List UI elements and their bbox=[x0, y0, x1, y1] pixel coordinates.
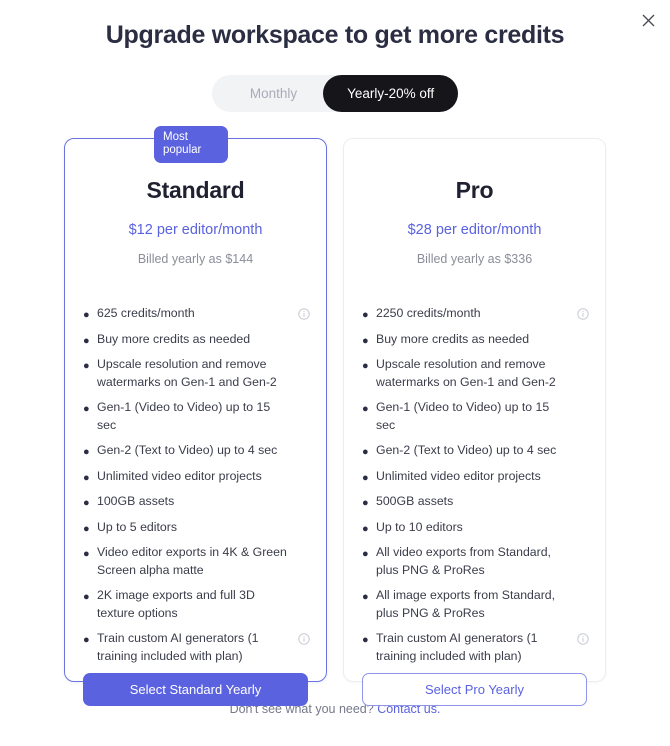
feature-label: Gen-1 (Video to Video) up to 15 sec bbox=[97, 400, 271, 432]
plan-card-standard: Most popular Standard $12 per editor/month… bbox=[64, 126, 327, 706]
feature-label: Buy more credits as needed bbox=[376, 331, 530, 346]
bullet-icon: ● bbox=[362, 471, 369, 484]
info-icon[interactable] bbox=[577, 633, 589, 645]
billing-toggle[interactable]: Monthly Yearly-20% off bbox=[211, 75, 459, 112]
list-item: ● All image exports from Standard, plus P… bbox=[362, 587, 589, 622]
list-item: ● Upscale resolution and remove watermark… bbox=[362, 356, 589, 391]
feature-label: All video exports from Standard, plus PN… bbox=[376, 545, 551, 577]
list-item: ● Gen-1 (Video to Video) up to 15 sec bbox=[83, 399, 310, 434]
feature-label: Up to 10 editors bbox=[376, 519, 463, 534]
list-item: ● 2250 credits/month bbox=[362, 305, 589, 323]
bullet-icon: ● bbox=[83, 360, 90, 372]
toggle-option-monthly[interactable]: Monthly bbox=[212, 75, 323, 112]
feature-list: ● 625 credits/month ● Buy more credits as n… bbox=[65, 305, 326, 673]
close-icon-glyph bbox=[642, 14, 654, 26]
list-item: ● Upscale resolution and remove watermark… bbox=[83, 356, 310, 391]
bullet-icon: ● bbox=[83, 309, 90, 321]
list-item: ● Up to 5 editors bbox=[83, 519, 310, 537]
feature-label: 625 credits/month bbox=[97, 306, 195, 320]
list-item: ● 500GB assets bbox=[362, 493, 589, 511]
plan-price: $28 per editor/month bbox=[407, 222, 542, 238]
feature-label: Video editor exports in 4K & Green Scree… bbox=[97, 545, 287, 577]
bullet-icon: ● bbox=[362, 360, 369, 372]
list-item: ● Unlimited video editor projects bbox=[83, 468, 310, 486]
plan-name: Standard bbox=[146, 177, 245, 203]
plan-name: Pro bbox=[455, 177, 494, 203]
feature-label: Buy more credits as needed bbox=[97, 331, 251, 346]
cta-wrapper: Select Standard Yearly bbox=[65, 673, 326, 726]
feature-label: Train custom AI generators (1 training i… bbox=[97, 631, 259, 663]
cta-wrapper: Select Pro Yearly bbox=[344, 673, 605, 726]
feature-label: Upscale resolution and remove watermarks… bbox=[97, 357, 277, 389]
list-item: ● Gen-2 (Text to Video) up to 4 sec bbox=[83, 442, 310, 460]
select-plan-button-standard[interactable]: Select Standard Yearly bbox=[83, 673, 308, 706]
upgrade-modal: Upgrade workspace to get more credits Mo… bbox=[0, 0, 670, 746]
list-item: ● All video exports from Standard, plus P… bbox=[362, 544, 589, 579]
plan-billing-note: Billed yearly as $336 bbox=[416, 252, 533, 266]
bullet-icon: ● bbox=[362, 309, 369, 321]
feature-label: Gen-1 (Video to Video) up to 15 sec bbox=[376, 400, 550, 432]
bullet-icon: ● bbox=[362, 548, 369, 560]
feature-label: 100GB assets bbox=[97, 494, 175, 508]
bullet-icon: ● bbox=[83, 522, 90, 535]
feature-label: Train custom AI generators (1 training i… bbox=[376, 631, 538, 663]
bullet-icon: ● bbox=[362, 634, 369, 646]
most-popular-badge: Most popular bbox=[154, 126, 228, 163]
list-item: ● Buy more credits as needed bbox=[83, 331, 310, 349]
list-item: ● 625 credits/month bbox=[83, 305, 310, 323]
billing-toggle-wrapper: Monthly Yearly-20% off bbox=[0, 75, 670, 112]
info-icon[interactable] bbox=[298, 633, 310, 645]
feature-label: Up to 5 editors bbox=[97, 519, 177, 534]
info-icon[interactable] bbox=[577, 308, 589, 320]
list-item: ● Gen-2 (Text to Video) up to 4 sec bbox=[362, 442, 589, 460]
bullet-icon: ● bbox=[362, 591, 369, 603]
select-plan-button-pro[interactable]: Select Pro Yearly bbox=[362, 673, 587, 706]
feature-label: All image exports from Standard, plus PN… bbox=[376, 588, 556, 620]
plan-card-pro: Pro $28 per editor/month Billed yearly as … bbox=[343, 138, 606, 706]
feature-label: Upscale resolution and remove watermarks… bbox=[376, 357, 556, 389]
close-icon[interactable] bbox=[636, 8, 660, 32]
plan-billing-note: Billed yearly as $144 bbox=[137, 252, 254, 266]
bullet-icon: ● bbox=[83, 497, 90, 509]
plan-cards: Most popular Standard $12 per editor/month… bbox=[0, 126, 670, 706]
bullet-icon: ● bbox=[83, 548, 90, 560]
bullet-icon: ● bbox=[362, 497, 369, 509]
list-item: ● Gen-1 (Video to Video) up to 15 sec bbox=[362, 399, 589, 434]
bullet-icon: ● bbox=[362, 446, 369, 458]
feature-label: 2K image exports and full 3D texture opt… bbox=[97, 588, 255, 620]
list-item: ● Video editor exports in 4K & Green Scre… bbox=[83, 544, 310, 579]
bullet-icon: ● bbox=[83, 403, 90, 415]
list-item: ● Unlimited video editor projects bbox=[362, 468, 589, 486]
plan-price: $12 per editor/month bbox=[128, 222, 263, 238]
list-item: ● 2K image exports and full 3D texture op… bbox=[83, 587, 310, 622]
page-title: Upgrade workspace to get more credits bbox=[105, 21, 565, 49]
bullet-icon: ● bbox=[362, 522, 369, 535]
info-icon[interactable] bbox=[298, 308, 310, 320]
bullet-icon: ● bbox=[83, 471, 90, 484]
toggle-option-yearly[interactable]: Yearly-20% off bbox=[323, 75, 459, 112]
bullet-icon: ● bbox=[83, 591, 90, 603]
feature-label: Gen-2 (Text to Video) up to 4 sec bbox=[376, 443, 557, 457]
feature-list: ● 2250 credits/month ● Buy more credits as … bbox=[344, 305, 605, 673]
list-item: ● Up to 10 editors bbox=[362, 519, 589, 537]
bullet-icon: ● bbox=[83, 334, 90, 347]
bullet-icon: ● bbox=[362, 403, 369, 415]
list-item: ● 100GB assets bbox=[83, 493, 310, 511]
list-item: ● Train custom AI generators (1 training … bbox=[362, 630, 589, 665]
feature-label: Gen-2 (Text to Video) up to 4 sec bbox=[97, 443, 278, 457]
list-item: ● Train custom AI generators (1 training … bbox=[83, 630, 310, 665]
bullet-icon: ● bbox=[362, 334, 369, 347]
feature-label: 500GB assets bbox=[376, 494, 454, 508]
feature-label: Unlimited video editor projects bbox=[97, 468, 262, 483]
bullet-icon: ● bbox=[83, 446, 90, 458]
bullet-icon: ● bbox=[83, 634, 90, 646]
feature-label: Unlimited video editor projects bbox=[376, 468, 541, 483]
feature-label: 2250 credits/month bbox=[376, 306, 481, 320]
list-item: ● Buy more credits as needed bbox=[362, 331, 589, 349]
